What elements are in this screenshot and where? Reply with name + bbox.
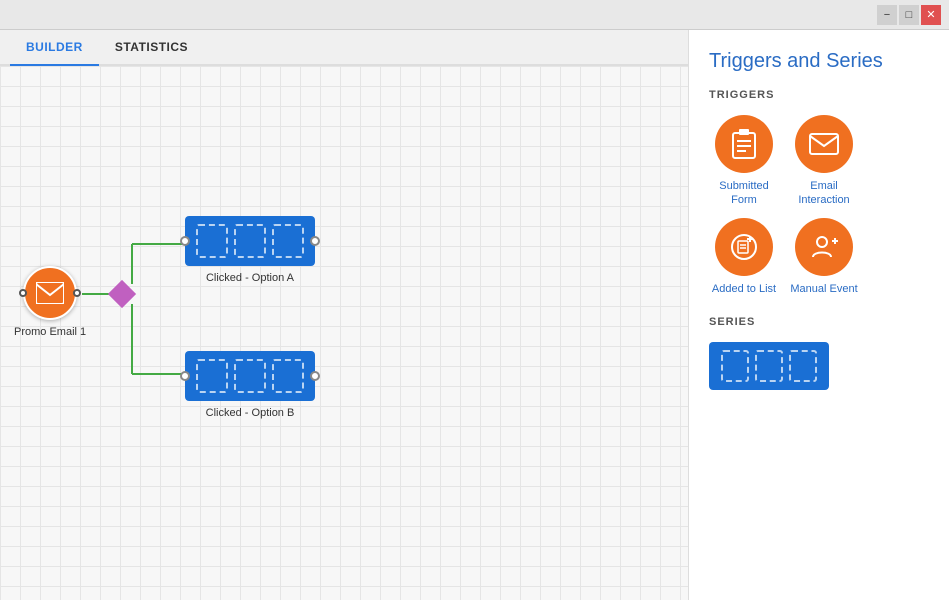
branch-node-option-a[interactable]: Clicked - Option A [185,216,315,284]
email-node[interactable]: Promo Email 1 [14,266,86,338]
trigger-manual-event-label: Manual Event [790,282,857,296]
node-dot-right [73,289,81,297]
tab-statistics[interactable]: STATISTICS [99,30,204,64]
left-panel: BUILDER STATISTICS [0,30,689,600]
trigger-submitted-form-label: Submitted Form [709,179,779,208]
triggers-grid: Submitted Form Email Interaction [709,115,929,296]
email-node-circle [23,266,77,320]
connector-lines [0,66,688,600]
trigger-added-to-list-icon [715,218,773,276]
main-container: BUILDER STATISTICS [0,30,949,600]
branch-label-a: Clicked - Option A [206,272,294,284]
trigger-added-to-list-label: Added to List [712,282,776,296]
series-block[interactable] [709,342,829,390]
panel-title: Triggers and Series [709,50,929,73]
node-connector-right-a [310,236,320,246]
trigger-submitted-form[interactable]: Submitted Form [709,115,779,208]
maximize-button[interactable]: □ [899,5,919,25]
right-panel: Triggers and Series TRIGGERS Submitted F… [689,30,949,600]
diamond-connector [108,280,136,308]
email-node-label: Promo Email 1 [14,326,86,338]
list-add-icon [730,233,758,261]
series-segment-2 [755,350,783,382]
series-segment-3 [789,350,817,382]
segment-a3 [272,224,304,258]
minimize-button[interactable]: − [877,5,897,25]
clipboard-icon [730,129,758,159]
segment-b2 [234,359,266,393]
tab-bar: BUILDER STATISTICS [0,30,688,66]
tab-builder[interactable]: BUILDER [10,30,99,66]
trigger-added-to-list[interactable]: Added to List [709,218,779,296]
node-connector-left-a [180,236,190,246]
trigger-email-interaction-icon [795,115,853,173]
blue-block-b [185,351,315,401]
branch-node-option-b[interactable]: Clicked - Option B [185,351,315,419]
segment-b1 [196,359,228,393]
blue-block-a [185,216,315,266]
trigger-manual-event-icon [795,218,853,276]
trigger-submitted-form-icon [715,115,773,173]
title-bar: − □ ✕ [0,0,949,30]
segment-b3 [272,359,304,393]
email-open-icon [809,133,839,155]
node-connector-left-b [180,371,190,381]
canvas-area[interactable]: Promo Email 1 Clicked - Option A [0,66,688,600]
series-label: SERIES [709,316,929,328]
triggers-label: TRIGGERS [709,89,929,101]
close-button[interactable]: ✕ [921,5,941,25]
series-segment-1 [721,350,749,382]
branch-label-b: Clicked - Option B [206,407,295,419]
segment-a2 [234,224,266,258]
segment-a1 [196,224,228,258]
email-icon [36,282,64,304]
person-add-icon [810,233,838,261]
series-section [709,342,929,390]
trigger-manual-event[interactable]: Manual Event [789,218,859,296]
trigger-email-interaction[interactable]: Email Interaction [789,115,859,208]
node-connector-right-b [310,371,320,381]
trigger-email-interaction-label: Email Interaction [789,179,859,208]
node-dot-left [19,289,27,297]
